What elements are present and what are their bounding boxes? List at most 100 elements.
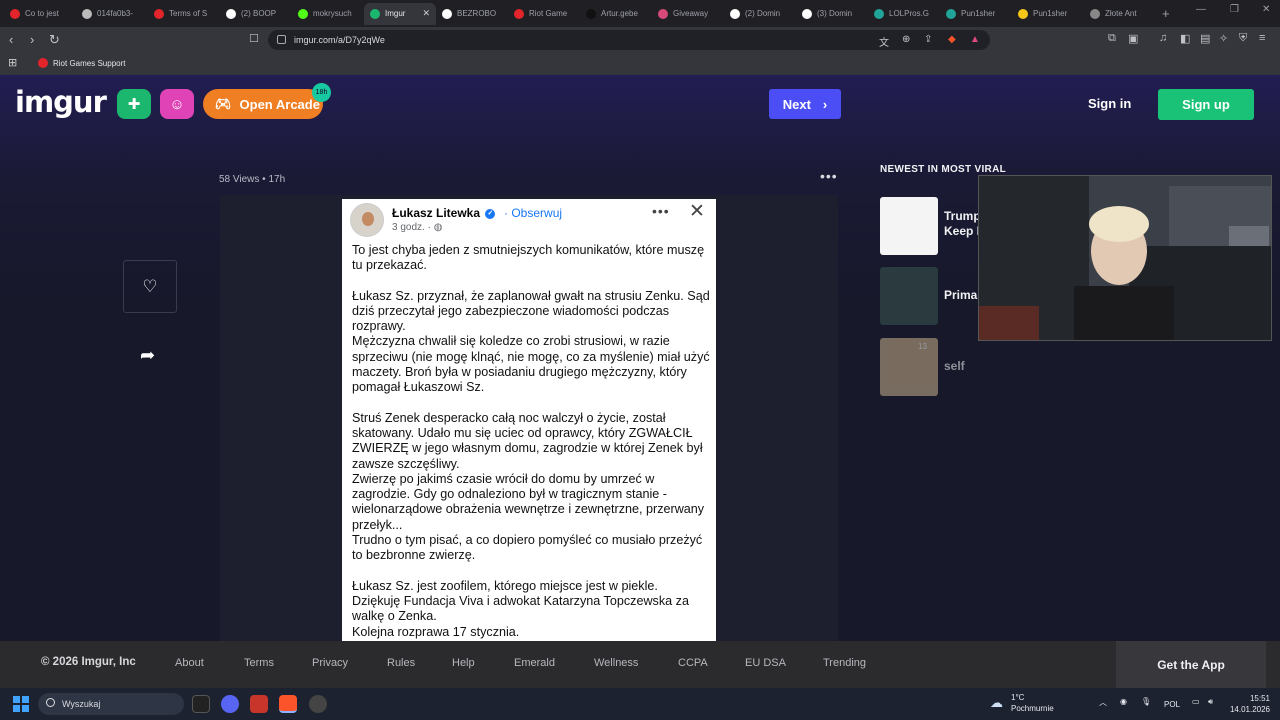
volume-icon[interactable]: 🔊︎ [1208,697,1213,707]
tab-favicon-icon [1018,8,1028,19]
share-icon[interactable]: ⇪ [924,34,932,45]
sign-up-button[interactable]: Sign up [1158,89,1254,120]
tab-favicon-icon [802,8,812,19]
footer-link-eu-dsa[interactable]: EU DSA [745,657,786,669]
start-windows-icon[interactable] [13,696,29,712]
imgur-logo[interactable]: imgur [15,85,107,119]
tab-label: BEZROBO [457,9,497,18]
browser-tab[interactable]: Terms of S [148,3,220,25]
browser-tab[interactable]: (3) Domin [796,3,868,25]
tab-favicon-icon [730,8,740,19]
footer-link-privacy[interactable]: Privacy [312,657,348,669]
tab-close-icon[interactable]: ✕ [422,8,430,19]
discord-icon[interactable] [221,695,239,713]
post-paragraph [352,396,712,411]
footer-link-emerald[interactable]: Emerald [514,657,555,669]
extensions-icon[interactable]: ⧉ [1108,32,1116,45]
new-post-button[interactable]: ✚ [117,89,151,119]
browser-tab[interactable]: Giveaway [652,3,724,25]
site-info-icon[interactable] [277,35,286,44]
tab-favicon-icon [586,8,596,19]
zoom-icon[interactable]: ⊕ [902,34,910,45]
browser-tab[interactable]: Złote Ant [1084,3,1156,25]
avatar [350,203,384,237]
browser-tab[interactable]: LOLPros.G [868,3,940,25]
browser-tab[interactable]: 014fa0b3- [76,3,148,25]
next-button[interactable]: Next › [769,89,841,119]
brave-icon[interactable] [279,695,297,713]
favorite-button[interactable]: ♡ [123,260,177,313]
verified-badge-icon: ✓ [485,208,496,219]
system-clock[interactable]: 15:51 14.01.2026 [1228,693,1270,715]
footer-link-ccpa[interactable]: CCPA [678,657,708,669]
leo-ai-icon[interactable]: ✧ [1219,32,1228,45]
translate-icon[interactable]: 文 [879,34,889,49]
footer-link-trending[interactable]: Trending [823,657,866,669]
post-paragraph: Kolejna rozprawa 17 stycznia. [352,624,520,639]
open-arcade-button[interactable]: 🎮︎ Open Arcade [203,89,323,119]
post-text: To jest chyba jeden z smutniejszych komu… [352,243,712,640]
close-window-button[interactable]: ✕ [1262,4,1270,15]
post-paragraph: To jest chyba jeden z smutniejszych komu… [352,243,705,273]
taskbar-search[interactable]: Wyszukaj [38,693,184,715]
browser-tab[interactable]: Pun1sher [940,3,1012,25]
browser-tab[interactable]: Pun1sher [1012,3,1084,25]
vpn-icon[interactable]: ⛨ [1239,32,1247,45]
browser-tab[interactable]: Artur.gebe [580,3,652,25]
post-paragraph: Dziękuję Fundacja Viva i adwokat Katarzy… [352,593,689,624]
brave-rewards-icon[interactable]: ▲ [970,34,980,45]
meme-gen-button[interactable]: ☺ [160,89,194,119]
tab-label: Artur.gebe [601,9,638,18]
sidebar-icon[interactable]: ◧ [1180,32,1190,45]
browser-tab[interactable]: Riot Game [508,3,580,25]
wallet-icon[interactable]: ▤ [1200,32,1210,45]
reload-icon[interactable]: ↻ [49,32,60,48]
back-icon[interactable]: ‹ [9,32,13,47]
tray-chevron-icon[interactable]: ︿ [1099,697,1107,708]
tab-label: Terms of S [169,9,208,18]
weather-temp[interactable]: 1°C [1011,693,1024,702]
app-icon[interactable] [250,695,268,713]
minimize-button[interactable]: — [1196,4,1206,15]
language-indicator[interactable]: POL [1164,700,1180,709]
webcam-feed [979,176,1271,340]
footer-link-help[interactable]: Help [452,657,475,669]
microphone-icon[interactable]: 🎙︎ [1141,697,1151,706]
tab-search-icon[interactable]: ▣ [1128,32,1138,45]
tab-label: LOLPros.G [889,9,930,18]
menu-icon[interactable]: ≡ [1259,32,1265,44]
get-the-app-button[interactable]: Get the App [1116,641,1266,688]
app-icon[interactable] [192,695,210,713]
tab-label: Imgur [385,9,406,18]
browser-tab[interactable]: mokrysuch [292,3,364,25]
browser-tab[interactable]: Imgur ✕ [364,2,436,25]
new-tab-button[interactable]: + [1162,6,1170,21]
url-field[interactable]: imgur.com/a/D7y2qWe 文 ⊕ ⇪ ◆ ▲ [268,30,990,50]
media-icon[interactable]: ♫ [1159,32,1167,44]
app-icon[interactable] [309,695,327,713]
tray-app-icon[interactable]: ◉ [1120,697,1127,706]
footer-link-about[interactable]: About [175,657,204,669]
footer-link-rules[interactable]: Rules [387,657,415,669]
viral-item[interactable]: 13 self [880,338,1148,396]
tab-favicon-icon [514,8,524,19]
bookmark-icon[interactable]: ☐ [249,32,259,45]
browser-tab[interactable]: (2) BOOP [220,3,292,25]
share-arrow-icon[interactable]: ➦ [140,345,155,366]
brave-shields-icon[interactable]: ◆ [948,34,956,45]
viral-thumbnail [880,197,938,255]
maximize-button[interactable]: ❐ [1230,4,1239,15]
sign-in-link[interactable]: Sign in [1088,96,1131,111]
weather-desc[interactable]: Pochmurnie [1011,704,1054,713]
bookmark-riot-games-support[interactable]: Riot Games Support [38,58,125,68]
tab-favicon-icon [874,8,884,19]
footer-link-terms[interactable]: Terms [244,657,274,669]
apps-grid-icon[interactable]: ⊞ [8,56,17,69]
browser-tab[interactable]: BEZROBO [436,3,508,25]
forward-icon[interactable]: › [30,32,34,47]
browser-tab[interactable]: (2) Domin [724,3,796,25]
post-options-icon[interactable]: ••• [820,168,838,184]
footer-link-wellness[interactable]: Wellness [594,657,638,669]
network-icon[interactable]: ▭ [1192,697,1200,706]
browser-tab[interactable]: Co to jest [4,3,76,25]
